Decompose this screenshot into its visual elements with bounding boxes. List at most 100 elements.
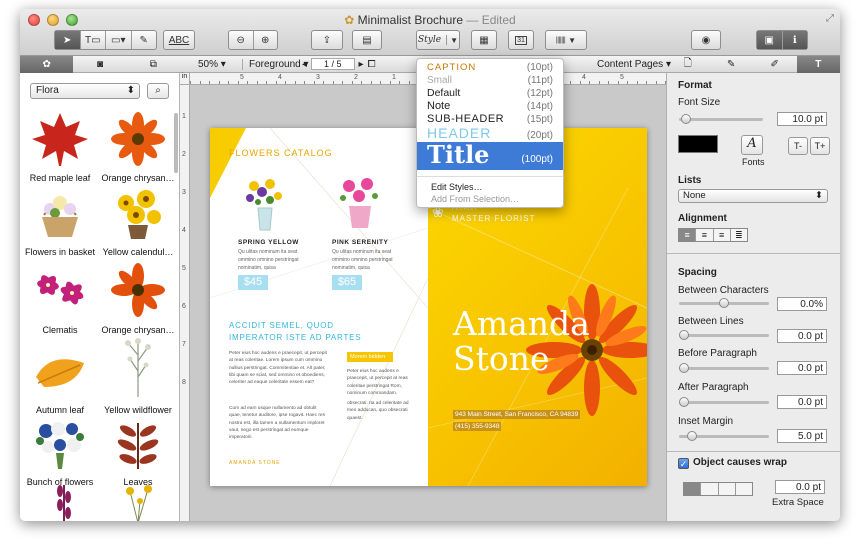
align-left-button[interactable]: ≡ <box>679 229 696 241</box>
object-wrap-checkbox[interactable]: ✓ <box>678 458 689 469</box>
zoom-out-icon: ⊖ <box>236 34 245 46</box>
tab-document[interactable]: 🗋 <box>666 56 710 73</box>
add-from-selection-item[interactable]: Add From Selection… <box>431 194 519 204</box>
before-paragraph-field[interactable]: 0.0 pt <box>777 361 827 375</box>
library-item[interactable]: Autumn leaf <box>20 343 100 415</box>
spelling-button[interactable]: ABC <box>163 30 195 50</box>
print-button[interactable]: ▤ <box>352 30 382 50</box>
style-menu-item[interactable]: CAPTION (10pt) <box>427 62 553 73</box>
font-size-field[interactable]: 10.0 pt <box>777 112 827 126</box>
tab-ruler[interactable]: ✎ <box>710 56 754 73</box>
slider-knob[interactable] <box>681 114 691 124</box>
slider-knob[interactable] <box>687 431 697 441</box>
preview-button[interactable]: ◉ <box>691 30 721 50</box>
library-item[interactable] <box>20 483 100 521</box>
zoom-out-button[interactable]: ⊖ <box>229 31 254 49</box>
before-paragraph-slider[interactable] <box>679 363 769 373</box>
library-item[interactable]: Flowers in basket <box>20 185 100 257</box>
slider-knob[interactable] <box>679 330 689 340</box>
ruler-tick-label: 7 <box>182 341 186 348</box>
library-item[interactable]: Clematis <box>20 263 100 335</box>
wrap-mode-button[interactable] <box>684 483 702 495</box>
layer-select[interactable]: Foreground ▾ <box>242 59 309 70</box>
style-name: SUB-HEADER <box>427 113 505 125</box>
slider-knob[interactable] <box>679 397 689 407</box>
tab-shapes[interactable]: ⧉ <box>127 56 180 73</box>
align-right-button[interactable]: ≡ <box>712 229 730 241</box>
wrap-mode-button[interactable] <box>718 483 736 495</box>
style-menu-item[interactable]: HEADER (20pt) <box>427 125 553 141</box>
calendar-button[interactable]: 31 <box>508 30 534 50</box>
style-button[interactable]: Style ▼ <box>416 30 460 50</box>
tab-clipart[interactable]: ✿ <box>20 56 74 73</box>
text-color-well[interactable] <box>678 135 718 153</box>
edit-styles-item[interactable]: Edit Styles… <box>431 182 483 192</box>
flower-icon: ✿ <box>42 59 51 70</box>
pen-tool-button[interactable]: ✎ <box>132 31 157 49</box>
previous-page-icon[interactable]: ◂ <box>302 59 307 70</box>
library-item[interactable]: Orange chrysan… <box>98 111 178 183</box>
style-menu-item[interactable]: Default (12pt) <box>427 87 553 99</box>
fonts-button[interactable]: A <box>741 135 763 155</box>
library-item[interactable]: Yellow wildflower <box>98 335 178 415</box>
select-tool-button[interactable]: ➤ <box>55 31 81 49</box>
ruler-icon: ✎ <box>727 59 736 70</box>
after-paragraph-field[interactable]: 0.0 pt <box>777 395 827 409</box>
align-center-button[interactable]: ≡ <box>695 229 713 241</box>
wrap-mode-button[interactable] <box>701 483 719 495</box>
between-characters-field[interactable]: 0.0% <box>777 297 827 311</box>
table-button[interactable]: ▦ <box>471 30 497 50</box>
body-text: Cum ad eam usque nullamento ad obtulit q… <box>229 406 325 441</box>
font-size-slider[interactable] <box>679 114 763 124</box>
library-panel: Flora ⬍ ⌕ Red maple leaf Orange chrysan… … <box>20 73 180 521</box>
book-icon[interactable]: ⧠ <box>368 59 376 70</box>
library-item-label: Orange chrysan… <box>101 173 175 183</box>
library-item[interactable]: Bunch of flowers <box>20 415 100 487</box>
library-item[interactable] <box>98 483 178 521</box>
barcode-button[interactable]: ||||||| ▼ <box>545 30 587 50</box>
style-menu-item[interactable]: Small (11pt) <box>427 75 553 86</box>
zoom-in-button[interactable]: ⊕ <box>254 31 278 49</box>
after-paragraph-slider[interactable] <box>679 397 769 407</box>
style-menu-item[interactable]: Note (14pt) <box>427 100 553 112</box>
align-justify-button[interactable]: ≣ <box>729 229 747 241</box>
slider-knob[interactable] <box>679 363 689 373</box>
window-title: ✿ Minimalist Brochure — Edited <box>344 13 516 27</box>
style-menu-item[interactable]: SUB-HEADER (15pt) <box>427 113 553 125</box>
library-item[interactable]: Red maple leaf <box>20 111 100 183</box>
zoom-select[interactable]: 50% ▾ <box>198 59 226 70</box>
list-style-select[interactable]: None ⬍ <box>678 189 828 203</box>
tab-brush[interactable]: ✐ <box>753 56 797 73</box>
ruler-tick-label: 5 <box>182 265 186 272</box>
page-type-select[interactable]: Content Pages ▾ <box>597 59 671 70</box>
library-item[interactable]: Orange chrysan… <box>98 263 178 335</box>
ruler-tick <box>256 81 258 84</box>
library-search-button[interactable]: ⌕ <box>147 83 169 99</box>
shape-tool-button[interactable]: ▭▾ <box>106 31 132 49</box>
between-lines-slider[interactable] <box>679 330 769 340</box>
info-button[interactable]: ℹ <box>782 31 807 49</box>
inset-margin-field[interactable]: 5.0 pt <box>777 429 827 443</box>
toggle-panels-button[interactable]: ▣ <box>757 31 783 49</box>
between-characters-slider[interactable] <box>679 298 769 308</box>
fullscreen-icon[interactable]: ⤢ <box>826 13 834 24</box>
library-item-label: Flowers in basket <box>24 247 96 257</box>
next-page-icon[interactable]: ▸ <box>359 59 364 70</box>
wrap-mode-button[interactable] <box>735 483 752 495</box>
library-item[interactable]: Leaves <box>98 415 178 487</box>
library-scrollbar[interactable] <box>174 113 178 173</box>
library-select[interactable]: Flora ⬍ <box>30 83 140 99</box>
page-indicator[interactable]: 1 / 5 <box>311 58 355 70</box>
decrease-font-button[interactable]: T- <box>788 137 808 155</box>
extra-space-field[interactable]: 0.0 pt <box>775 480 825 494</box>
style-menu-item-selected[interactable]: Title (100pt) <box>417 140 563 170</box>
text-box-tool-button[interactable]: T▭ <box>81 31 106 49</box>
slider-knob[interactable] <box>719 298 729 308</box>
share-button[interactable]: ⇪ <box>311 30 343 50</box>
tab-photos[interactable]: ◙ <box>73 56 126 73</box>
inset-margin-slider[interactable] <box>679 431 769 441</box>
tab-text[interactable]: T <box>796 56 840 73</box>
between-lines-field[interactable]: 0.0 pt <box>777 329 827 343</box>
library-item[interactable]: Yellow calendul… <box>98 185 178 257</box>
increase-font-button[interactable]: T+ <box>810 137 830 155</box>
